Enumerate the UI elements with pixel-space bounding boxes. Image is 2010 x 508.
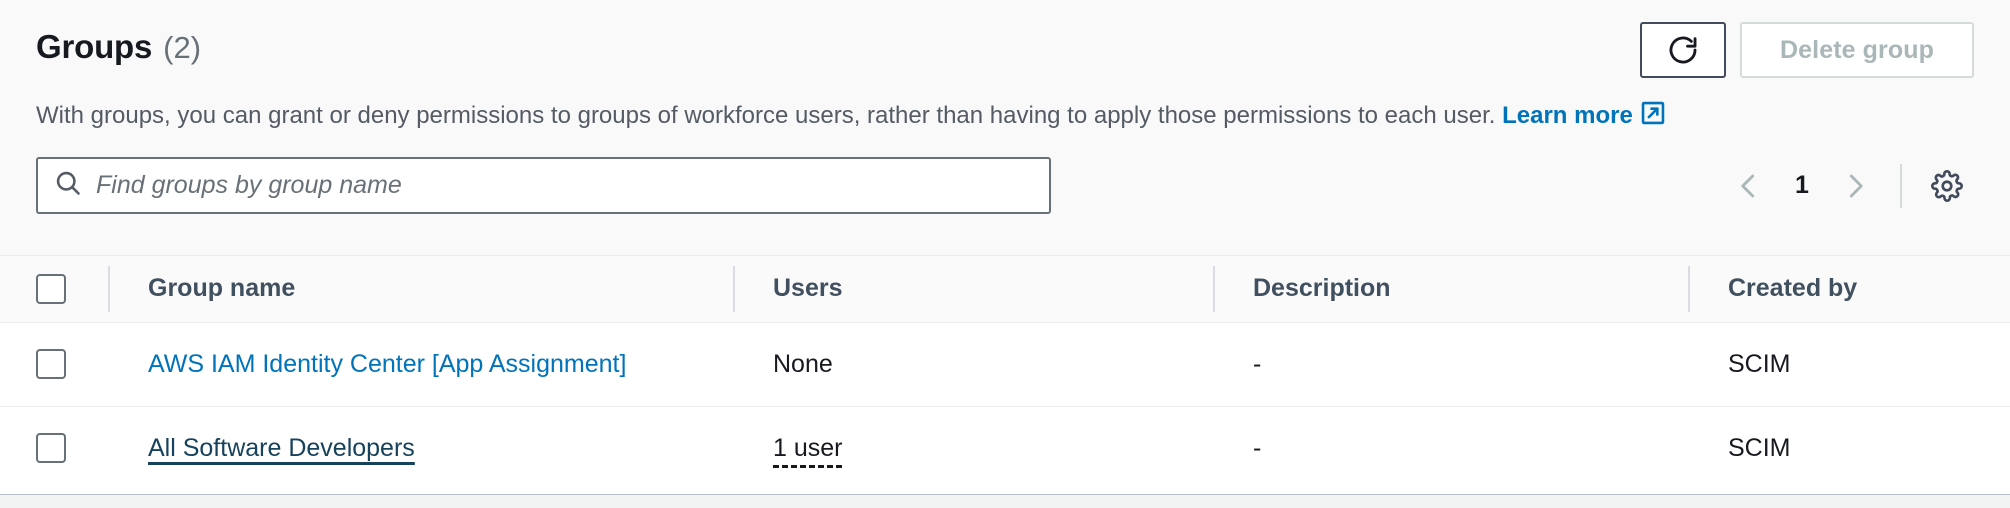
header-description[interactable]: Description <box>1213 256 1688 322</box>
table-settings-button[interactable] <box>1920 159 1974 213</box>
panel-header-section: Groups (2) Delete group With groups, you… <box>0 0 2010 256</box>
cell-created-by: SCIM <box>1728 349 1791 378</box>
filter-row: 1 <box>0 135 2010 215</box>
header-actions: Delete group <box>1640 22 1974 78</box>
description-text: With groups, you can grant or deny permi… <box>36 102 1496 129</box>
cell-group-name: AWS IAM Identity Center [App Assignment] <box>108 322 733 406</box>
learn-more-label: Learn more <box>1502 102 1633 129</box>
search-box[interactable] <box>36 157 1051 215</box>
page-background-strip <box>0 495 2010 507</box>
next-page-button[interactable] <box>1828 159 1882 213</box>
select-all-checkbox[interactable] <box>36 273 66 304</box>
page-title: Groups <box>36 28 153 65</box>
cell-group-name: All Software Developers <box>108 406 733 490</box>
row-select-cell <box>0 406 108 490</box>
row-checkbox[interactable] <box>36 349 66 380</box>
row-checkbox[interactable] <box>36 433 66 464</box>
page-number-1[interactable]: 1 <box>1780 171 1824 200</box>
user-count-link[interactable]: 1 user <box>773 433 843 468</box>
refresh-button[interactable] <box>1640 22 1726 78</box>
pagination: 1 <box>1722 159 1974 213</box>
row-select-cell <box>0 322 108 406</box>
cell-users: None <box>773 349 833 378</box>
groups-panel: Groups (2) Delete group With groups, you… <box>0 0 2010 495</box>
table-row[interactable]: AWS IAM Identity Center [App Assignment]… <box>0 322 2010 406</box>
title-block: Groups (2) <box>36 28 201 66</box>
header-created-by[interactable]: Created by <box>1688 256 2010 322</box>
table-body: AWS IAM Identity Center [App Assignment]… <box>0 322 2010 490</box>
table-header-row: Group name Users Description Created by <box>0 256 2010 322</box>
search-icon <box>54 169 82 202</box>
previous-page-button[interactable] <box>1722 159 1776 213</box>
header-select-all-cell <box>0 256 108 322</box>
group-name-link[interactable]: AWS IAM Identity Center [App Assignment] <box>148 350 626 378</box>
search-input[interactable] <box>96 171 1033 201</box>
cell-description: - <box>1253 433 1262 462</box>
external-link-icon <box>1640 100 1666 135</box>
groups-table: Group name Users Description Created by … <box>0 256 2010 490</box>
header-row: Groups (2) Delete group <box>0 0 2010 78</box>
refresh-icon <box>1666 33 1700 67</box>
table-row[interactable]: All Software Developers 1 user - SCIM <box>0 406 2010 490</box>
group-name-link[interactable]: All Software Developers <box>148 434 415 462</box>
pagination-divider <box>1900 163 1902 208</box>
cell-description: - <box>1253 349 1262 378</box>
delete-group-button[interactable]: Delete group <box>1740 22 1974 78</box>
cell-created-by: SCIM <box>1728 433 1791 462</box>
learn-more-link[interactable]: Learn more <box>1502 101 1666 129</box>
groups-count: (2) <box>163 30 202 65</box>
header-group-name[interactable]: Group name <box>108 256 733 322</box>
table-header: Group name Users Description Created by <box>0 256 2010 322</box>
panel-description: With groups, you can grant or deny permi… <box>0 78 2010 135</box>
cell-users: 1 user <box>733 406 1213 490</box>
header-users[interactable]: Users <box>733 256 1213 322</box>
